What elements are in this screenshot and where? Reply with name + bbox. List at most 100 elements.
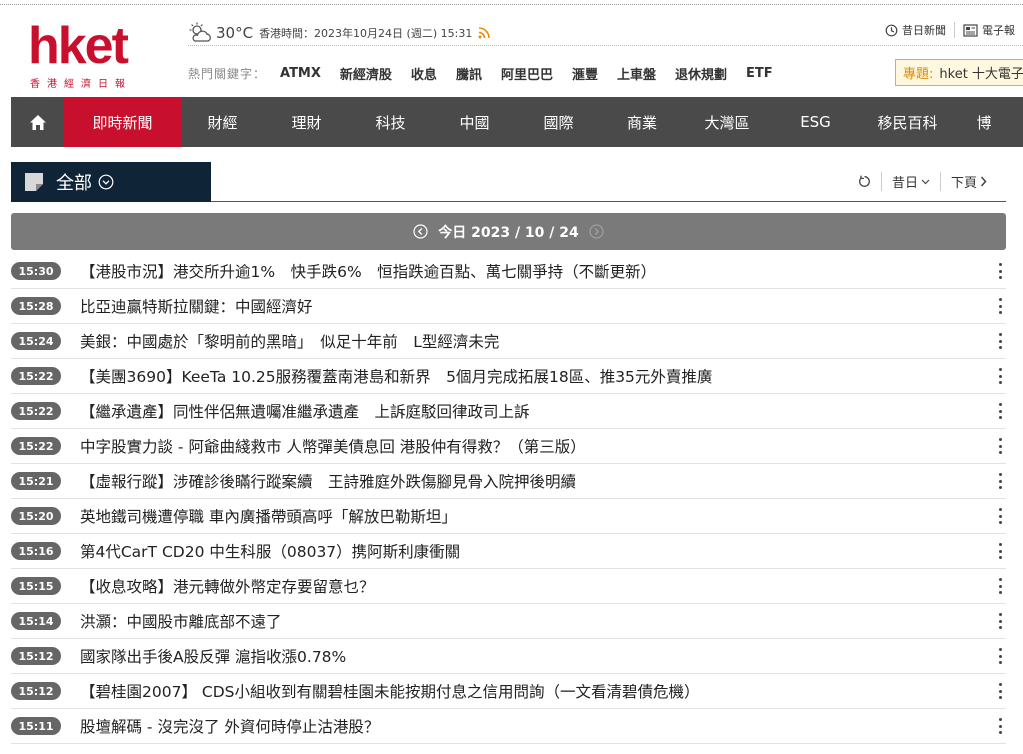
top-divider <box>0 4 1023 5</box>
news-headline[interactable]: 美銀：中國處於「黎明前的黑暗」 似足十年前 L型經濟未完 <box>80 330 994 352</box>
news-item: 15:12 國家隊出手後A股反彈 滬指收漲0.78% <box>11 639 1006 674</box>
section-filter[interactable]: 全部 <box>11 162 211 202</box>
more-options-icon[interactable] <box>994 436 1006 456</box>
chevron-right-circle-icon <box>589 224 604 239</box>
more-options-icon[interactable] <box>994 261 1006 281</box>
time-badge: 15:21 <box>11 472 61 490</box>
news-list: 15:30 【港股市況】港交所升逾1% 快手跌6% 恒指跌逾百點、萬七關爭持（不斷… <box>11 254 1006 744</box>
time-badge: 15:28 <box>11 297 61 315</box>
partly-cloudy-icon <box>189 22 211 42</box>
hot-keyword[interactable]: 上車盤 <box>617 64 656 83</box>
news-headline[interactable]: 第4代CarT CD20 中生科服（08037）携阿斯利康衝關 <box>80 540 994 562</box>
document-icon <box>25 173 43 191</box>
previous-day-label: 昔日 <box>891 176 918 191</box>
topic-ticker[interactable]: 專題: hket 十大電子 <box>895 59 1023 86</box>
nav-more-partial[interactable]: 博 <box>954 97 1014 147</box>
section-label: 全部 <box>56 173 92 194</box>
refresh-button[interactable] <box>848 175 881 188</box>
news-headline[interactable]: 比亞迪贏特斯拉關鍵：中國經濟好 <box>80 295 994 317</box>
more-options-icon[interactable] <box>994 506 1006 526</box>
more-options-icon[interactable] <box>994 296 1006 316</box>
news-item: 15:30 【港股市況】港交所升逾1% 快手跌6% 恒指跌逾百點、萬七關爭持（不斷… <box>11 254 1006 289</box>
news-item: 15:24 美銀：中國處於「黎明前的黑暗」 似足十年前 L型經濟未完 <box>11 324 1006 359</box>
nav-greater-bay[interactable]: 大灣區 <box>684 97 770 147</box>
news-headline[interactable]: 【美團3690】KeeTa 10.25服務覆蓋南港島和新界 5個月完成拓展18區… <box>80 365 994 387</box>
news-headline[interactable]: 【虛報行蹤】涉確診後瞞行蹤案續 王詩雅庭外跌傷腳見骨入院押後明續 <box>80 470 994 492</box>
news-item: 15:22 【繼承遺產】同性伴侶無遺囑准繼承遺產 上訴庭駁回律政司上訴 <box>11 394 1006 429</box>
news-item: 15:11 股壇解碼 - 沒完沒了 外資何時停止沽港股？ <box>11 709 1006 744</box>
nav-finance[interactable]: 財經 <box>181 97 264 147</box>
news-item: 15:15 【收息攻略】港元轉做外幣定存要留意乜？ <box>11 569 1006 604</box>
rss-icon[interactable] <box>478 27 491 39</box>
more-options-icon[interactable] <box>994 611 1006 631</box>
nav-tech[interactable]: 科技 <box>349 97 432 147</box>
more-options-icon[interactable] <box>994 716 1006 736</box>
refresh-icon <box>859 175 870 187</box>
news-item: 15:22 中字股實力談 - 阿爺曲綫救市 人幣彈美債息回 港股仲有得救？（第三版… <box>11 429 1006 464</box>
more-options-icon[interactable] <box>994 331 1006 351</box>
news-item: 15:16 第4代CarT CD20 中生科服（08037）携阿斯利康衝關 <box>11 534 1006 569</box>
nav-business[interactable]: 商業 <box>600 97 684 147</box>
nav-money[interactable]: 理財 <box>264 97 349 147</box>
more-options-icon[interactable] <box>994 471 1006 491</box>
news-headline[interactable]: 【碧桂園2007】 CDS小組收到有關碧桂園未能按期付息之信用問詢（一文看清碧債… <box>80 680 994 702</box>
hket-logo[interactable]: hket 香港經濟日報 <box>28 20 153 90</box>
news-headline[interactable]: 股壇解碼 - 沒完沒了 外資何時停止沽港股？ <box>80 715 994 737</box>
home-button[interactable] <box>11 97 64 147</box>
hot-keyword[interactable]: 新經濟股 <box>340 64 392 83</box>
hot-keywords-label: 熱門關鍵字： <box>188 66 267 81</box>
nav-instant-news[interactable]: 即時新聞 <box>64 97 181 147</box>
news-headline[interactable]: 國家隊出手後A股反彈 滬指收漲0.78% <box>80 645 994 667</box>
home-icon <box>29 114 46 130</box>
date-bar: 今日 2023 / 10 / 24 <box>11 213 1006 250</box>
news-headline[interactable]: 【港股市況】港交所升逾1% 快手跌6% 恒指跌逾百點、萬七關爭持（不斷更新） <box>80 260 994 282</box>
prev-date-button[interactable] <box>413 224 428 239</box>
news-headline[interactable]: 洪灝：中國股市離底部不遠了 <box>80 610 994 632</box>
news-item: 15:21 【虛報行蹤】涉確診後瞞行蹤案續 王詩雅庭外跌傷腳見骨入院押後明續 <box>11 464 1006 499</box>
next-page-button[interactable]: 下頁 <box>939 172 997 191</box>
section-underline <box>211 201 1006 202</box>
time-badge: 15:15 <box>11 577 61 595</box>
time-badge: 15:11 <box>11 717 61 735</box>
time-badge: 15:16 <box>11 542 61 560</box>
nav-china[interactable]: 中國 <box>432 97 517 147</box>
more-options-icon[interactable] <box>994 576 1006 596</box>
chevron-right-icon <box>980 176 987 187</box>
news-headline[interactable]: 【繼承遺產】同性伴侶無遺囑准繼承遺產 上訴庭駁回律政司上訴 <box>80 400 994 422</box>
hot-keyword[interactable]: 騰訊 <box>456 64 482 83</box>
nav-immigration[interactable]: 移民百科 <box>861 97 954 147</box>
epaper-link[interactable]: 電子報 <box>954 22 1023 38</box>
more-options-icon[interactable] <box>994 366 1006 386</box>
more-options-icon[interactable] <box>994 681 1006 701</box>
time-badge: 15:24 <box>11 332 61 350</box>
history-news-link[interactable]: 昔日新聞 <box>877 22 954 38</box>
newspaper-icon <box>963 23 978 37</box>
news-item: 15:22 【美團3690】KeeTa 10.25服務覆蓋南港島和新界 5個月完成… <box>11 359 1006 394</box>
news-item: 15:20 英地鐵司機遭停職 車內廣播帶頭高呼「解放巴勒斯坦」 <box>11 499 1006 534</box>
previous-day-dropdown[interactable]: 昔日 <box>880 172 940 191</box>
topic-key: 專題: <box>903 67 934 82</box>
hot-keyword[interactable]: 阿里巴巴 <box>501 64 553 83</box>
time-badge: 15:22 <box>11 367 61 385</box>
nav-esg[interactable]: ESG <box>770 97 861 147</box>
news-headline[interactable]: 英地鐵司機遭停職 車內廣播帶頭高呼「解放巴勒斯坦」 <box>80 505 994 527</box>
news-item: 15:12 【碧桂園2007】 CDS小組收到有關碧桂園未能按期付息之信用問詢（一… <box>11 674 1006 709</box>
hot-keyword[interactable]: ATMX <box>280 66 321 81</box>
more-options-icon[interactable] <box>994 646 1006 666</box>
news-headline[interactable]: 中字股實力談 - 阿爺曲綫救市 人幣彈美債息回 港股仲有得救？（第三版） <box>80 435 994 457</box>
temperature: 30°C <box>216 24 254 42</box>
next-date-button <box>589 224 604 239</box>
hot-keyword[interactable]: ETF <box>746 66 773 81</box>
news-headline[interactable]: 【收息攻略】港元轉做外幣定存要留意乜？ <box>80 575 994 597</box>
hot-keyword[interactable]: 收息 <box>411 64 437 83</box>
more-options-icon[interactable] <box>994 401 1006 421</box>
next-page-label: 下頁 <box>950 176 977 191</box>
time-badge: 15:22 <box>11 437 61 455</box>
hot-keywords: 熱門關鍵字： ATMX 新經濟股 收息 騰訊 阿里巴巴 滙豐 上車盤 退休規劃 … <box>188 60 792 86</box>
news-item: 15:14 洪灝：中國股市離底部不遠了 <box>11 604 1006 639</box>
more-options-icon[interactable] <box>994 541 1006 561</box>
hot-keyword[interactable]: 滙豐 <box>572 64 598 83</box>
logo-subtitle: 香港經濟日報 <box>30 79 132 90</box>
hot-keyword[interactable]: 退休規劃 <box>675 64 727 83</box>
nav-international[interactable]: 國際 <box>517 97 600 147</box>
